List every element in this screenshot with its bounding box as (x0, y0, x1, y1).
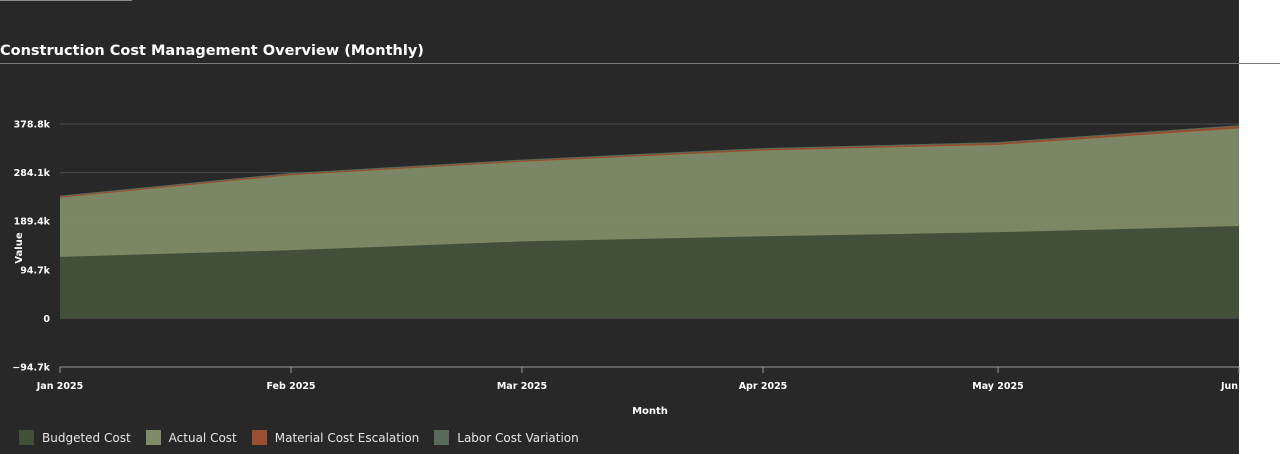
chart-canvas: 378.8k 284.1k 189.4k 94.7k 0 −94.7k Jan 2025 Fe… (12, 120, 1240, 417)
legend-swatch-2 (145, 430, 161, 445)
x-tick-label-0: Jan 2025 (36, 381, 83, 392)
legend-label-4: Labor Cost Variation (457, 430, 579, 445)
area-series-group (59, 125, 1240, 319)
y-axis-label: Value (14, 232, 25, 263)
legend-label-2: Actual Cost (168, 430, 237, 445)
y-tick-label-4: 0 (43, 314, 50, 325)
y-tick-label-1: 284.1k (14, 168, 51, 179)
x-tick-label-5: Jun (1220, 381, 1238, 392)
y-tick-label-2: 189.4k (14, 217, 51, 228)
legend-label-1: Budgeted Cost (42, 430, 131, 445)
chart-legend: Budgeted Cost Actual Cost Material Cost Es… (19, 430, 594, 445)
x-axis-label: Month (632, 406, 668, 417)
x-tick-label-1: Feb 2025 (266, 381, 315, 392)
y-tick-label-5: −94.7k (12, 363, 50, 374)
legend-item-1[interactable]: Budgeted Cost (19, 430, 131, 445)
x-tick-label-4: May 2025 (972, 381, 1024, 392)
legend-item-3[interactable]: Material Cost Escalation (251, 430, 420, 445)
legend-item-2[interactable]: Actual Cost (145, 430, 237, 445)
x-tick-label-2: Mar 2025 (497, 381, 547, 392)
legend-swatch-3 (251, 430, 267, 445)
y-tick-label-0: 378.8k (14, 120, 51, 131)
y-tick-label-3: 94.7k (20, 265, 50, 276)
legend-swatch-4 (434, 430, 450, 445)
legend-swatch-1 (19, 430, 34, 445)
x-tick-label-3: Apr 2025 (739, 381, 788, 392)
legend-label-3: Material Cost Escalation (274, 430, 420, 445)
legend-item-4[interactable]: Labor Cost Variation (434, 430, 579, 445)
